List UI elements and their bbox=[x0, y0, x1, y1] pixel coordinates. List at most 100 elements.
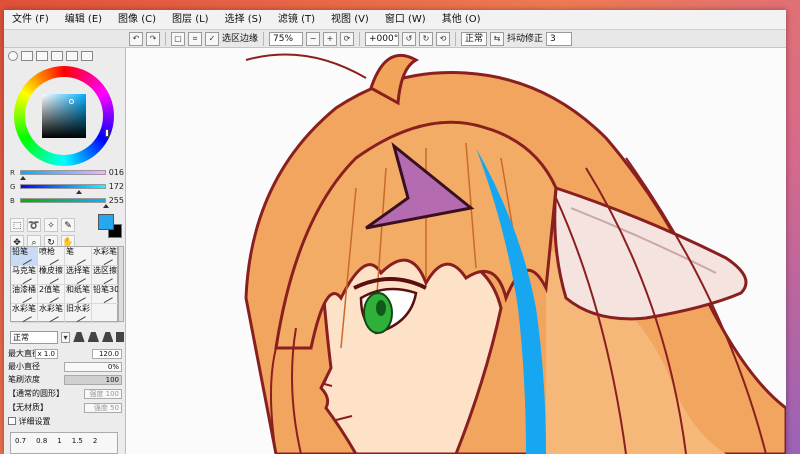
size-preset[interactable]: 1 bbox=[57, 437, 61, 445]
red-slider[interactable]: R 016 bbox=[8, 168, 124, 182]
dropdown-chevron-icon[interactable]: ▾ bbox=[60, 331, 71, 343]
brush-label: 水彩笔 bbox=[93, 247, 117, 256]
green-slider-label: G bbox=[10, 183, 16, 191]
zoom-field[interactable]: 75% bbox=[269, 31, 304, 46]
blue-slider-track[interactable] bbox=[20, 198, 106, 203]
brush-icon bbox=[47, 254, 59, 265]
brush-eraser[interactable]: 橡皮擦 bbox=[38, 266, 65, 285]
selection-tool-icon[interactable]: ⬚ bbox=[10, 218, 24, 232]
zoom-out-icon[interactable]: − bbox=[306, 31, 321, 46]
size-preset[interactable]: 0.8 bbox=[36, 437, 47, 445]
zoom-in-icon[interactable]: + bbox=[323, 31, 338, 46]
red-slider-knob[interactable] bbox=[20, 176, 26, 180]
brush-bucket[interactable]: 油漆桶 bbox=[11, 285, 38, 304]
shape-select[interactable]: 【通常的圆形】 bbox=[8, 389, 64, 398]
edge-shape-soft-icon[interactable] bbox=[73, 332, 85, 342]
menu-window[interactable]: 窗口 (W) bbox=[377, 10, 434, 30]
brush-icon bbox=[74, 254, 86, 265]
view-mode-select[interactable]: 正常 bbox=[461, 31, 488, 46]
brush-select-eraser[interactable]: 选区擦 bbox=[92, 266, 119, 285]
sv-cursor-icon[interactable] bbox=[69, 99, 74, 104]
rgb-tab-icon[interactable] bbox=[36, 51, 48, 61]
selection-edge-checkbox[interactable]: ✓ bbox=[205, 31, 219, 46]
advanced-checkbox[interactable] bbox=[8, 417, 16, 425]
rotate-reset-icon[interactable]: ⟲ bbox=[436, 31, 451, 46]
brush-watercolor-3[interactable]: 水彩笔 bbox=[38, 304, 65, 323]
menu-filter[interactable]: 滤镜 (T) bbox=[270, 10, 323, 30]
red-value[interactable]: 016 bbox=[109, 168, 124, 177]
menu-select[interactable]: 选择 (S) bbox=[217, 10, 270, 30]
size-preset[interactable]: 2 bbox=[93, 437, 97, 445]
zoom-reset-icon[interactable]: ⟳ bbox=[340, 31, 355, 46]
max-size-multiplier[interactable]: x 1.0 bbox=[34, 349, 58, 359]
menu-view[interactable]: 视图 (V) bbox=[323, 10, 377, 30]
color-wheel[interactable] bbox=[14, 66, 114, 166]
color-wheel-tab-icon[interactable] bbox=[8, 51, 18, 61]
brush-icon bbox=[47, 292, 59, 303]
texture-select[interactable]: 【无材质】 bbox=[8, 403, 48, 412]
green-slider-knob[interactable] bbox=[76, 190, 82, 194]
blue-value[interactable]: 255 bbox=[109, 196, 124, 205]
size-preset[interactable]: 1.5 bbox=[72, 437, 83, 445]
blend-mode-select[interactable]: 正常 bbox=[10, 330, 58, 344]
deselect-icon[interactable]: ▢ bbox=[171, 31, 185, 46]
brush-marker[interactable]: 马克笔 bbox=[11, 266, 38, 285]
size-preset[interactable]: 0.7 bbox=[15, 437, 26, 445]
saturation-value-square[interactable] bbox=[42, 94, 86, 138]
rotate-left-icon[interactable]: ↺ bbox=[402, 31, 417, 46]
brush-icon bbox=[47, 273, 59, 284]
brush-pen[interactable]: 笔 bbox=[65, 247, 92, 266]
brush-select-pen[interactable]: 选择笔 bbox=[65, 266, 92, 285]
brush-watercolor[interactable]: 水彩笔 bbox=[92, 247, 119, 266]
primary-color-swatch[interactable] bbox=[98, 214, 114, 230]
toolbar-divider bbox=[359, 31, 361, 46]
shape-strength-slider[interactable]: 强度 100 bbox=[84, 389, 122, 399]
min-size-slider[interactable]: 0% bbox=[64, 362, 122, 372]
brush-airbrush[interactable]: 喷枪 bbox=[38, 247, 65, 266]
density-slider[interactable]: 100 bbox=[64, 375, 122, 385]
max-size-row: 最大直径 x 1.0 120.0 bbox=[8, 348, 124, 360]
edge-shape-hard-icon[interactable] bbox=[102, 332, 114, 342]
brush-pencil[interactable]: 铅笔 bbox=[11, 247, 38, 266]
crop-icon[interactable]: ⌗ bbox=[188, 31, 202, 46]
brush-old-watercolor[interactable]: 旧水彩 bbox=[65, 304, 92, 323]
blue-slider[interactable]: B 255 bbox=[8, 196, 124, 210]
brush-watercolor-2[interactable]: 水彩笔 bbox=[11, 304, 38, 323]
red-slider-label: R bbox=[10, 169, 15, 177]
mixer-tab-icon[interactable] bbox=[66, 51, 78, 61]
eyedropper-tool-icon[interactable]: ✎ bbox=[61, 218, 75, 232]
menu-layer[interactable]: 图层 (L) bbox=[164, 10, 217, 30]
rotate-right-icon[interactable]: ↻ bbox=[419, 31, 434, 46]
brush-list-scrollbar[interactable] bbox=[118, 246, 124, 322]
undo-icon[interactable]: ↶ bbox=[129, 31, 143, 46]
brush-washi-pen[interactable]: 和纸笔 bbox=[65, 285, 92, 304]
menu-image[interactable]: 图像 (C) bbox=[110, 10, 164, 30]
green-value[interactable]: 172 bbox=[109, 182, 124, 191]
redo-icon[interactable]: ↷ bbox=[146, 31, 160, 46]
flip-icon[interactable]: ⇆ bbox=[490, 31, 505, 46]
max-size-value[interactable]: 120.0 bbox=[92, 349, 122, 359]
brush-empty-slot[interactable] bbox=[92, 304, 119, 323]
texture-strength-slider[interactable]: 强度 50 bbox=[84, 403, 122, 413]
green-slider[interactable]: G 172 bbox=[8, 182, 124, 196]
red-slider-track[interactable] bbox=[20, 170, 106, 175]
brush-binary-pen[interactable]: 2值笔 bbox=[38, 285, 65, 304]
swatches-tab-icon[interactable] bbox=[81, 51, 93, 61]
canvas[interactable] bbox=[126, 48, 786, 454]
hsv-tab-icon[interactable] bbox=[21, 51, 33, 61]
palette-tab-icon[interactable] bbox=[51, 51, 63, 61]
menu-edit[interactable]: 编辑 (E) bbox=[57, 10, 110, 30]
brush-pencil30[interactable]: 铅笔30 bbox=[92, 285, 119, 304]
lasso-tool-icon[interactable]: ➰ bbox=[27, 218, 41, 232]
stabilizer-select[interactable]: 3 bbox=[546, 31, 573, 46]
green-slider-track[interactable] bbox=[20, 184, 106, 189]
edge-shape-medium-icon[interactable] bbox=[87, 332, 100, 342]
hue-marker-icon[interactable] bbox=[105, 129, 109, 137]
menu-other[interactable]: 其他 (O) bbox=[434, 10, 489, 30]
magic-wand-tool-icon[interactable]: ✧ bbox=[44, 218, 58, 232]
edge-shape-square-icon[interactable] bbox=[116, 332, 125, 342]
brush-label: 和纸笔 bbox=[66, 285, 90, 294]
angle-field[interactable]: +000° bbox=[365, 31, 400, 46]
menu-file[interactable]: 文件 (F) bbox=[4, 10, 57, 30]
brush-label: 水彩笔 bbox=[12, 304, 36, 313]
